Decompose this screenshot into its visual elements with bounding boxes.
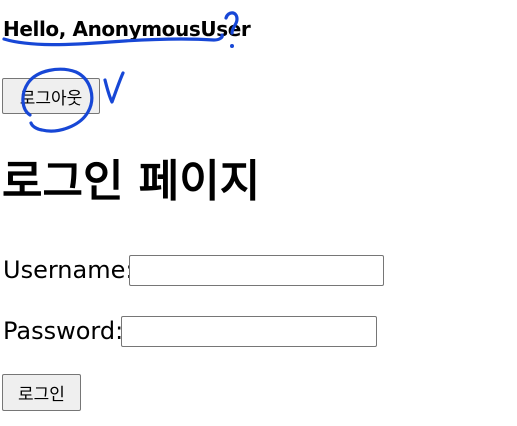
checkmark-stroke (103, 71, 125, 104)
password-input[interactable] (121, 316, 377, 347)
greeting-text: Hello, AnonymousUser (3, 17, 251, 41)
username-label: Username: (3, 256, 134, 284)
question-mark-dot (230, 44, 234, 48)
password-label: Password: (3, 317, 124, 345)
username-input[interactable] (129, 255, 384, 286)
login-button[interactable]: 로그인 (2, 374, 81, 411)
page-title: 로그인 페이지 (2, 156, 261, 207)
handwritten-annotations (2, 11, 239, 133)
logout-button[interactable]: 로그아웃 (2, 78, 100, 114)
